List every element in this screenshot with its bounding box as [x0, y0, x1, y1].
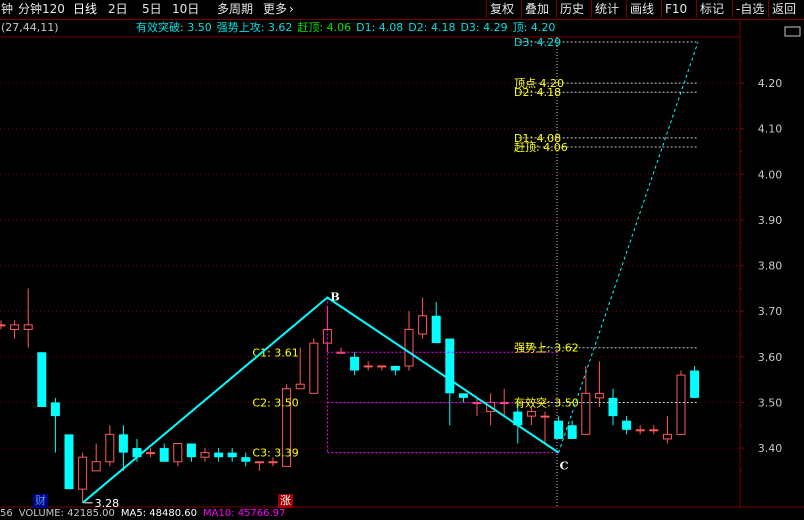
y-tick-label: 3.40 — [758, 442, 783, 455]
candle-body-down — [37, 352, 47, 407]
candle-body-up — [254, 461, 264, 464]
target-level-label: D2: 4.18 — [514, 86, 561, 99]
candle-body-up — [581, 392, 591, 435]
candle-body-up — [91, 461, 101, 472]
more-periods-button[interactable]: 更多 › — [263, 1, 294, 18]
candle-body-down — [458, 393, 468, 398]
candle-body-down — [622, 420, 632, 430]
candle-body-down — [554, 420, 564, 439]
more-label: 更多 — [263, 2, 288, 16]
candle-body-up — [309, 342, 319, 394]
y-tick-label: 3.70 — [758, 305, 783, 318]
candle-body-up — [594, 392, 604, 399]
candle-body-up — [404, 328, 414, 367]
history-button[interactable]: 历史 — [556, 0, 587, 18]
y-tick-label: 3.60 — [758, 351, 783, 364]
candle-body-up — [676, 374, 686, 435]
period-tab-10day[interactable]: 10日 — [172, 1, 199, 18]
target-level-label: 赶顶: 4.06 — [514, 140, 568, 154]
point-c-label: C — [560, 460, 569, 473]
y-tick-label: 4.10 — [758, 123, 783, 136]
volume-readout: 56 VOLUME: 42185.00 MA5: 48480.60 MA10: 457… — [0, 508, 291, 520]
candle-body-up — [526, 411, 536, 417]
candle-body-down — [608, 397, 618, 417]
period-tab-2day[interactable]: 2日 — [108, 1, 128, 18]
volume-field-2: MA5: 48480.60 — [120, 508, 197, 519]
y-tick-label: 3.80 — [758, 260, 783, 273]
candle-body-down — [186, 443, 196, 458]
finance-badge[interactable]: 财 — [33, 494, 48, 508]
statistics-button[interactable]: 统计 — [591, 0, 622, 18]
candle-body-up — [295, 383, 305, 390]
candle-body-up — [78, 456, 88, 490]
period-tab-minute[interactable]: 钟 — [1, 1, 13, 18]
period-tab-daily[interactable]: 日线 — [73, 1, 97, 18]
candle-body-down — [227, 452, 237, 458]
candle-body-up — [23, 324, 33, 330]
f10-button[interactable]: F10 — [661, 0, 690, 18]
volume-field-1: VOLUME: 42185.00 — [18, 508, 115, 519]
c-level-label: C2: 3.50 — [252, 396, 298, 409]
point-b-label: B — [330, 291, 339, 304]
volume-field-3: MA10: 45766.97 — [202, 508, 286, 519]
period-toolbar: 钟 分钟120 日线 2日 5日 10日 多周期 更多 › 复权 叠加 历史 统计… — [0, 0, 804, 20]
candle-body-down — [445, 338, 455, 394]
candle-body-down — [350, 356, 360, 371]
c-level-label: C3: 3.39 — [252, 447, 298, 460]
remove-favorite-button[interactable]: -自选 — [732, 0, 767, 18]
period-tab-120min[interactable]: 分钟120 — [18, 1, 65, 18]
c-level-label: C1: 3.61 — [252, 346, 298, 359]
candle-body-up — [268, 461, 278, 464]
candle-body-down — [567, 425, 577, 439]
scroll-indicator — [784, 26, 801, 37]
candle-body-up — [418, 315, 428, 335]
y-tick-label: 4.20 — [758, 77, 783, 90]
back-button[interactable]: 返回 — [768, 0, 799, 18]
period-tab-5day[interactable]: 5日 — [142, 1, 162, 18]
target-level-label: D3: 4.29 — [514, 36, 561, 49]
target-level-label: 有效突: 3.50 — [514, 395, 579, 409]
chevron-right-icon: › — [289, 2, 294, 16]
y-tick-label: 3.90 — [758, 214, 783, 227]
candle-body-up — [377, 365, 387, 368]
abc-wave-line — [81, 296, 560, 504]
candle-body-up — [649, 429, 659, 432]
mark-button[interactable]: 标记 — [696, 0, 727, 18]
candle-body-down — [390, 365, 400, 371]
fuquan-button[interactable]: 复权 — [486, 0, 517, 18]
overlay-button[interactable]: 叠加 — [521, 0, 552, 18]
candle-body-down — [159, 448, 169, 462]
draw-line-button[interactable]: 画线 — [626, 0, 657, 18]
limit-up-badge[interactable]: 涨 — [278, 494, 293, 508]
candle-body-down — [241, 457, 251, 462]
candle-body-up — [0, 324, 6, 327]
candle-body-up — [173, 443, 183, 463]
low-value-label: 3.28 — [95, 497, 120, 508]
price-chart[interactable]: 4.20 4.10 4.00 3.90 3.80 3.70 3.60 3.50 3.40 C1: … — [0, 20, 804, 508]
y-tick-label: 3.50 — [758, 396, 783, 409]
candle-body-down — [50, 402, 60, 417]
candle-body-down — [431, 315, 441, 344]
candle-body-down — [118, 434, 128, 453]
y-tick-label: 4.00 — [758, 168, 783, 181]
volume-field-0: 56 — [0, 508, 13, 519]
target-level-label: 强势上: 3.62 — [514, 342, 579, 355]
candle-body-down — [690, 370, 700, 398]
period-tab-multi[interactable]: 多周期 — [217, 1, 253, 18]
candle-body-up — [540, 415, 550, 418]
candle-body-up — [10, 324, 20, 330]
candle-body-up — [635, 429, 645, 432]
candle-body-down — [64, 434, 74, 490]
candle-body-up — [105, 433, 115, 463]
candle-body-up — [662, 433, 672, 440]
candle-body-up — [146, 452, 156, 455]
candle-body-down — [214, 452, 224, 458]
candle-body-up — [363, 365, 373, 368]
candle-body-up — [200, 452, 210, 458]
